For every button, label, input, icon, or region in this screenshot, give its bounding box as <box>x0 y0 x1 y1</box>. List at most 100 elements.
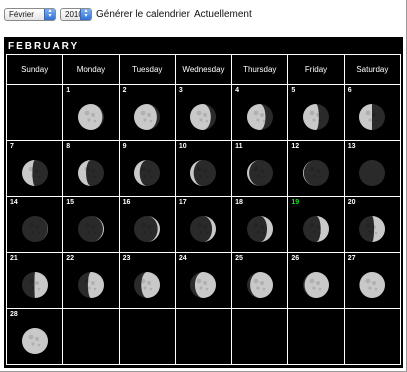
moon-crater <box>143 230 147 234</box>
moon-phase-icon <box>134 103 161 130</box>
weekday-header: Saturday <box>343 54 402 85</box>
moon-crater <box>90 112 95 117</box>
moon-phase-icon <box>246 159 273 186</box>
moon-crater <box>316 280 321 285</box>
moon-crater <box>256 174 260 178</box>
calendar-day-cell[interactable]: 3 <box>174 84 233 141</box>
calendar-day-cell[interactable]: 5 <box>287 84 345 141</box>
moon-phase-icon <box>303 215 330 242</box>
calendar-week-row: 1 2 3 4 5 6 <box>5 84 402 141</box>
calendar-day-cell[interactable]: 4 <box>231 84 289 141</box>
moon-crater <box>253 222 259 228</box>
calendar-day-cell[interactable]: 15 <box>62 196 120 253</box>
current-month-button[interactable]: Actuellement <box>194 9 252 20</box>
moon-crater <box>31 342 35 346</box>
moon-phase-icon <box>359 215 386 242</box>
calendar-day-cell[interactable]: 14 <box>5 196 64 253</box>
select-arrows-icon: ▴ ▾ <box>44 8 55 20</box>
calendar-table: Sunday Monday Tuesday Wednesday Thursday… <box>5 54 402 365</box>
moon-crater <box>147 224 152 229</box>
select-arrows-icon: ▴ ▾ <box>80 8 91 20</box>
moon-crater <box>262 287 266 291</box>
day-number: 21 <box>10 255 18 262</box>
moon-crater <box>372 112 377 117</box>
calendar-day-cell[interactable]: 8 <box>62 140 120 197</box>
moon-crater <box>206 175 209 179</box>
moon-crater <box>197 278 202 284</box>
moon-phase-icon <box>21 327 48 354</box>
moon-crater <box>93 287 97 291</box>
moon-lit-area <box>195 271 217 298</box>
weekday-header: Tuesday <box>118 54 176 85</box>
moon-crater <box>28 166 34 172</box>
calendar-day-cell[interactable]: 22 <box>62 252 120 309</box>
day-number: 3 <box>178 87 183 94</box>
moon-crater <box>37 287 40 291</box>
moon-lit-area <box>141 271 161 298</box>
moon-lit-area <box>249 271 273 298</box>
moon-crater <box>375 231 378 235</box>
weekday-header: Wednesday <box>174 54 233 85</box>
calendar-empty-cell <box>343 308 402 365</box>
moon-phase-icon <box>21 271 48 298</box>
month-select[interactable]: Février ▴ ▾ <box>4 7 56 21</box>
calendar-day-cell[interactable]: 19 <box>287 196 345 253</box>
moon-phase-icon <box>246 215 273 242</box>
generate-calendar-button[interactable]: Générer le calendrier <box>96 9 190 20</box>
moon-phase-icon <box>359 271 386 298</box>
moon-crater <box>84 222 90 228</box>
moon-crater <box>149 231 153 235</box>
calendar-day-cell[interactable]: 24 <box>174 252 233 309</box>
calendar-day-cell[interactable]: 7 <box>5 140 64 197</box>
calendar-day-cell[interactable]: 2 <box>118 84 176 141</box>
calendar-week-row: 7 8 9 10 11 12 13 <box>5 140 402 197</box>
moon-crater <box>253 166 259 172</box>
moon-phase-icon <box>246 271 273 298</box>
moon-crater <box>312 230 316 234</box>
calendar-day-cell[interactable]: 17 <box>174 196 233 253</box>
moon-lit-area <box>34 271 48 298</box>
moon-lit-area <box>359 103 373 130</box>
moon-crater <box>203 224 208 229</box>
calendar-day-cell[interactable]: 12 <box>287 140 345 197</box>
moon-crater <box>93 119 97 123</box>
calendar-day-cell[interactable]: 11 <box>231 140 289 197</box>
calendar-day-cell[interactable]: 18 <box>231 196 289 253</box>
moon-crater <box>37 231 40 235</box>
calendar-day-cell[interactable]: 25 <box>231 252 289 309</box>
moon-crater <box>318 231 322 235</box>
calendar-day-cell[interactable]: 9 <box>118 140 176 197</box>
calendar-day-cell[interactable]: 28 <box>5 308 64 365</box>
calendar-day-cell[interactable]: 16 <box>118 196 176 253</box>
moon-lit-area <box>246 103 266 130</box>
calendar-day-cell[interactable]: 6 <box>343 84 402 141</box>
calendar-day-cell[interactable]: 1 <box>62 84 120 141</box>
moon-crater <box>37 343 40 347</box>
calendar-day-cell[interactable]: 10 <box>174 140 233 197</box>
moon-crater <box>143 174 147 178</box>
calendar-day-cell[interactable]: 21 <box>5 252 64 309</box>
calendar-day-cell[interactable]: 20 <box>343 196 402 253</box>
moon-crater <box>84 166 90 172</box>
moon-crater <box>203 112 208 117</box>
page: Février ▴ ▾ 2010 ▴ ▾ Générer le calendrier… <box>0 0 407 372</box>
calendar-day-cell[interactable]: 26 <box>287 252 345 309</box>
moon-crater <box>143 286 147 290</box>
moon-lit-area <box>190 103 212 130</box>
moon-crater <box>93 231 97 235</box>
calendar-day-cell[interactable]: 27 <box>343 252 402 309</box>
moon-crater <box>84 110 90 116</box>
day-number: 13 <box>347 143 356 150</box>
day-number: 16 <box>122 199 131 206</box>
calendar-empty-cell <box>5 84 64 141</box>
weekday-header: Thursday <box>231 54 289 85</box>
moon-crater <box>262 231 266 235</box>
calendar-day-cell[interactable]: 23 <box>118 252 176 309</box>
moon-crater <box>206 119 209 123</box>
year-select[interactable]: 2010 ▴ ▾ <box>60 7 92 21</box>
moon-crater <box>87 230 91 234</box>
moon-crater <box>375 287 378 291</box>
day-number: 24 <box>178 255 187 262</box>
calendar-day-cell[interactable]: 13 <box>343 140 402 197</box>
moon-crater <box>90 224 95 229</box>
